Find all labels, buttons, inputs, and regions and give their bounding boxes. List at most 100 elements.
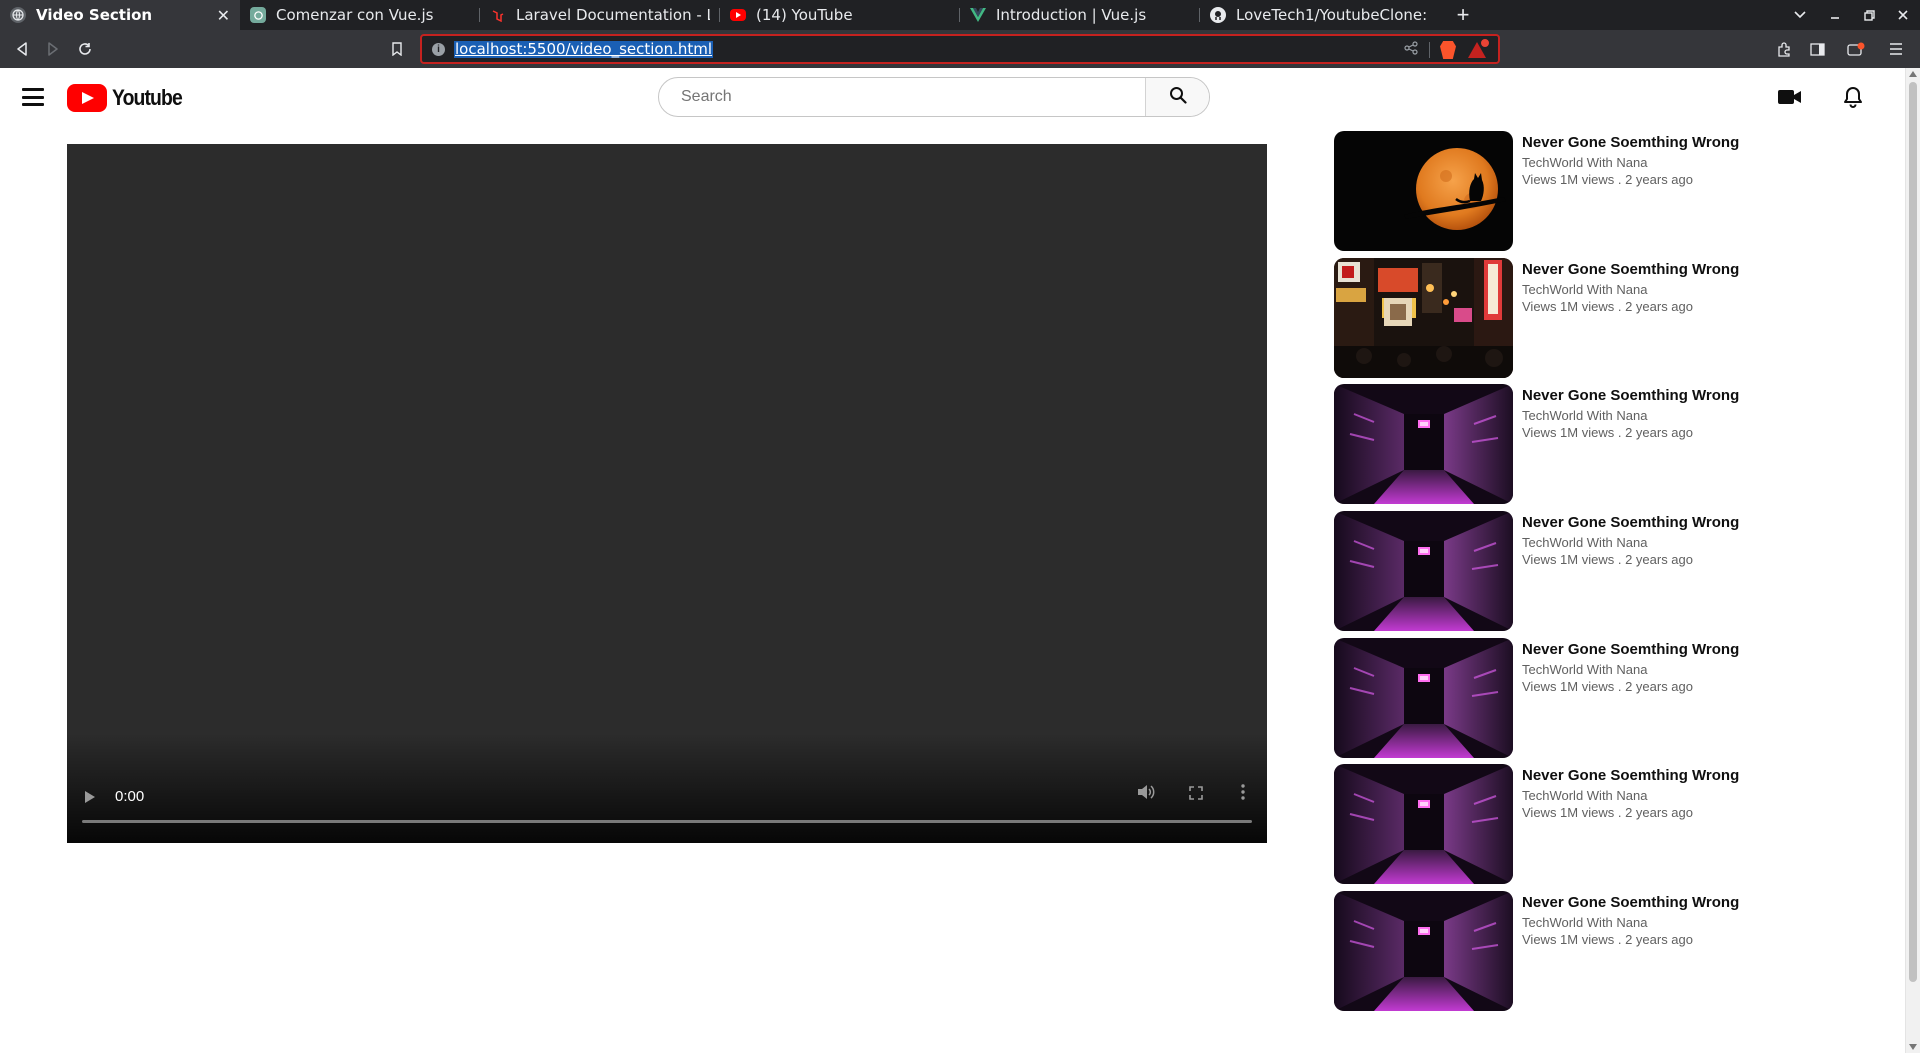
channel-name[interactable]: TechWorld With Nana	[1522, 535, 1782, 551]
video-thumbnail[interactable]	[1334, 257, 1513, 378]
channel-name[interactable]: TechWorld With Nana	[1522, 282, 1782, 298]
video-title[interactable]: Never Gone Soemthing Wrong	[1522, 513, 1782, 532]
scroll-down-icon[interactable]	[1909, 1044, 1917, 1050]
neon-alley-thumbnail	[1334, 511, 1513, 632]
tab-title: (14) YouTube	[756, 6, 853, 24]
browser-toolbar: i localhost:5500/video_section.html	[0, 30, 1920, 68]
youtube-play-icon	[67, 84, 107, 112]
video-title[interactable]: Never Gone Soemthing Wrong	[1522, 386, 1782, 405]
channel-name[interactable]: TechWorld With Nana	[1522, 662, 1782, 678]
search-input[interactable]	[659, 78, 1109, 116]
video-camera-icon[interactable]	[1778, 89, 1802, 110]
tab-title: Video Section	[36, 6, 153, 24]
brave-shields-icon[interactable]	[1440, 41, 1456, 59]
video-title[interactable]: Never Gone Soemthing Wrong	[1522, 133, 1782, 152]
video-card[interactable]: Never Gone Soemthing Wrong TechWorld Wit…	[1334, 257, 1794, 385]
reload-icon[interactable]	[73, 37, 97, 61]
video-title[interactable]: Never Gone Soemthing Wrong	[1522, 260, 1782, 279]
browser-tab-3[interactable]: (14) YouTube	[720, 0, 960, 30]
address-url[interactable]: localhost:5500/video_section.html	[454, 41, 714, 58]
video-thumbnail[interactable]	[1334, 637, 1513, 758]
back-icon[interactable]	[10, 37, 34, 61]
video-thumbnail[interactable]	[1334, 891, 1513, 1012]
browser-tab-1[interactable]: Comenzar con Vue.js	[240, 0, 480, 30]
video-stats: Views 1M views . 2 years ago	[1522, 298, 1693, 314]
forward-icon[interactable]	[41, 37, 65, 61]
scrollbar-thumb[interactable]	[1909, 82, 1917, 982]
tab-title: LoveTech1/YoutubeClone: YoutubeClone	[1236, 6, 1430, 24]
github-icon	[1210, 7, 1226, 23]
neon-alley-thumbnail	[1334, 384, 1513, 505]
browser-tab-0[interactable]: Video Section ✕	[0, 0, 240, 30]
video-title[interactable]: Never Gone Soemthing Wrong	[1522, 893, 1782, 912]
minimize-icon[interactable]	[1818, 0, 1852, 30]
vue-icon	[970, 7, 986, 23]
logo-text: Youtube	[112, 85, 183, 110]
current-time: 0:00	[115, 788, 145, 805]
bookmark-icon[interactable]	[385, 37, 409, 61]
site-info-icon[interactable]: i	[432, 43, 445, 56]
close-tab-icon[interactable]: ✕	[217, 6, 230, 25]
video-player[interactable]: 0:00	[67, 144, 1267, 843]
video-stats: Views 1M views . 2 years ago	[1522, 932, 1693, 948]
page-scrollbar[interactable]	[1905, 68, 1920, 1053]
hamburger-menu-icon[interactable]	[22, 88, 44, 106]
tab-title: Comenzar con Vue.js	[276, 6, 434, 24]
youtube-logo[interactable]: Youtube	[67, 84, 191, 112]
search-button[interactable]	[1145, 78, 1209, 116]
video-thumbnail[interactable]	[1334, 131, 1513, 251]
address-bar[interactable]: i localhost:5500/video_section.html	[420, 34, 1500, 64]
chatgpt-icon	[250, 7, 266, 23]
video-title[interactable]: Never Gone Soemthing Wrong	[1522, 640, 1782, 659]
search-icon	[1169, 86, 1187, 109]
search-box	[658, 77, 1210, 117]
progress-bar[interactable]	[82, 820, 1252, 823]
channel-name[interactable]: TechWorld With Nana	[1522, 788, 1782, 804]
extensions-icon[interactable]	[1772, 37, 1796, 61]
video-stats: Views 1M views . 2 years ago	[1522, 172, 1693, 187]
channel-name[interactable]: TechWorld With Nana	[1522, 408, 1782, 424]
video-card[interactable]: Never Gone Soemthing Wrong TechWorld Wit…	[1334, 511, 1794, 638]
video-card[interactable]: Never Gone Soemthing Wrong TechWorld Wit…	[1334, 131, 1794, 258]
globe-icon	[10, 7, 26, 23]
video-card[interactable]: Never Gone Soemthing Wrong TechWorld Wit…	[1334, 764, 1794, 891]
play-icon[interactable]	[85, 791, 95, 803]
sidebar-icon[interactable]	[1805, 37, 1829, 61]
channel-name[interactable]: TechWorld With Nana	[1522, 155, 1782, 171]
recommended-videos: Never Gone Soemthing Wrong TechWorld Wit…	[1334, 131, 1794, 1018]
video-stats: Views 1M views . 2 years ago	[1522, 425, 1693, 441]
close-window-icon[interactable]	[1886, 0, 1920, 30]
video-thumbnail[interactable]	[1334, 384, 1513, 505]
browser-tab-4[interactable]: Introduction | Vue.js	[960, 0, 1200, 30]
page-content: Youtube 0:00	[0, 68, 1905, 1053]
video-card[interactable]: Never Gone Soemthing Wrong TechWorld Wit…	[1334, 891, 1794, 1018]
more-options-icon[interactable]	[1241, 784, 1245, 805]
share-icon[interactable]	[1404, 41, 1418, 58]
wallet-icon[interactable]	[1844, 37, 1868, 61]
rewards-badge	[1480, 38, 1490, 48]
tab-title: Introduction | Vue.js	[996, 6, 1147, 24]
fullscreen-icon[interactable]	[1189, 786, 1203, 805]
neon-alley-thumbnail	[1334, 891, 1513, 1012]
video-card[interactable]: Never Gone Soemthing Wrong TechWorld Wit…	[1334, 637, 1794, 765]
tab-list-chevron-icon[interactable]	[1783, 0, 1817, 30]
neon-alley-thumbnail	[1334, 637, 1513, 758]
city-street-thumbnail	[1334, 257, 1513, 378]
maximize-icon[interactable]	[1852, 0, 1886, 30]
volume-icon[interactable]	[1137, 784, 1155, 805]
browser-tab-2[interactable]: Laravel Documentation - Laravel	[480, 0, 720, 30]
youtube-icon	[730, 9, 746, 21]
video-thumbnail[interactable]	[1334, 511, 1513, 632]
video-stats: Views 1M views . 2 years ago	[1522, 552, 1693, 568]
notification-bell-icon[interactable]	[1843, 86, 1863, 113]
video-thumbnail[interactable]	[1334, 764, 1513, 885]
menu-icon[interactable]	[1884, 37, 1908, 61]
channel-name[interactable]: TechWorld With Nana	[1522, 915, 1782, 931]
scroll-up-icon[interactable]	[1909, 71, 1917, 77]
video-card[interactable]: Never Gone Soemthing Wrong TechWorld Wit…	[1334, 384, 1794, 511]
tab-title: Laravel Documentation - Laravel	[516, 6, 710, 24]
browser-tab-bar: Video Section ✕ Comenzar con Vue.js Lara…	[0, 0, 1920, 30]
video-title[interactable]: Never Gone Soemthing Wrong	[1522, 766, 1782, 785]
new-tab-button[interactable]: +	[1448, 0, 1478, 30]
browser-tab-5[interactable]: LoveTech1/YoutubeClone: YoutubeClone	[1200, 0, 1440, 30]
